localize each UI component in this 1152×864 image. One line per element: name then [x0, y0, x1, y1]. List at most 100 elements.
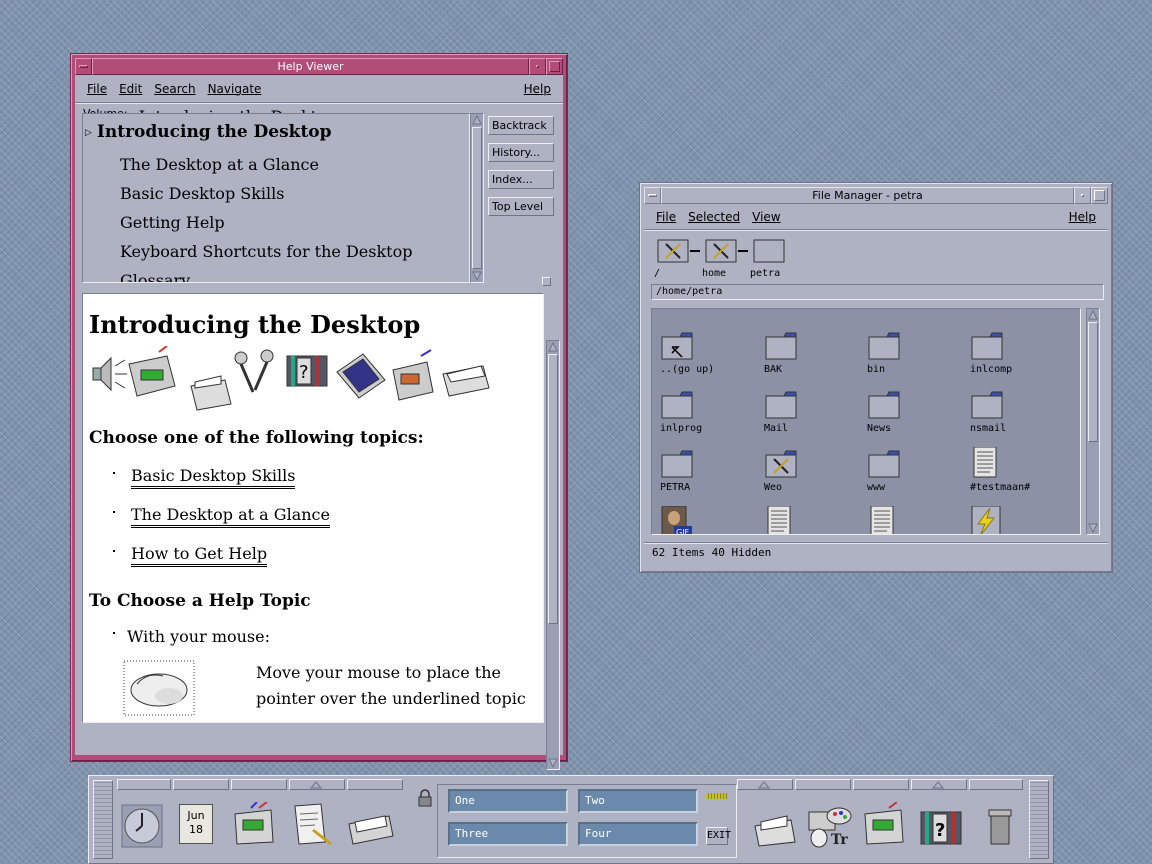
scroll-down-arrow-icon[interactable] — [548, 758, 558, 768]
path-label-root[interactable]: / — [654, 268, 660, 279]
menu-selected[interactable]: Selected — [688, 210, 740, 224]
topic-item[interactable]: The Desktop at a Glance — [83, 150, 469, 179]
file-item[interactable]: www — [867, 447, 957, 493]
topic-item[interactable]: Getting Help — [83, 208, 469, 237]
workspace-button-one[interactable]: One — [448, 789, 568, 813]
scrollbar-thumb[interactable] — [1088, 322, 1098, 442]
subpanel-tab[interactable] — [795, 779, 851, 790]
file-item[interactable]: GIF — [660, 505, 750, 534]
file-item-label: bin — [867, 364, 886, 375]
help-manager-icon[interactable]: ? — [919, 808, 963, 848]
menu-search[interactable]: Search — [154, 82, 195, 96]
file-manager-titlebar[interactable]: File Manager - petra — [644, 187, 1108, 204]
scroll-down-arrow-icon[interactable] — [1088, 523, 1098, 533]
file-item[interactable]: News — [867, 388, 957, 434]
topic-item[interactable]: Glossary — [83, 266, 469, 282]
workspace-button-three[interactable]: Three — [448, 822, 568, 846]
topic-item-current[interactable]: ▷ Introducing the Desktop — [83, 118, 469, 150]
path-label-home[interactable]: home — [702, 268, 726, 279]
link-desktop-at-a-glance[interactable]: The Desktop at a Glance — [131, 505, 330, 528]
index-button[interactable]: Index... — [488, 170, 554, 189]
file-item[interactable] — [764, 505, 854, 534]
minimize-button[interactable] — [529, 58, 546, 75]
file-item[interactable]: BAK — [764, 329, 854, 375]
menu-navigate[interactable]: Navigate — [208, 82, 262, 96]
iconic-path[interactable] — [654, 234, 804, 266]
file-grid-scrollbar[interactable] — [1086, 308, 1100, 535]
scroll-up-arrow-icon[interactable] — [1088, 310, 1098, 320]
pane-sash[interactable] — [542, 277, 551, 286]
top-level-button[interactable]: Top Level — [488, 197, 554, 216]
text-editor-icon[interactable] — [291, 802, 335, 846]
subpanel-tab[interactable] — [117, 779, 171, 790]
maximize-button[interactable] — [546, 58, 563, 75]
menu-edit[interactable]: Edit — [119, 82, 142, 96]
calendar-icon[interactable]: Jun 18 — [179, 804, 213, 844]
topic-hierarchy[interactable]: ▷ Introducing the Desktop The Desktop at … — [82, 113, 470, 283]
display-scrollbar[interactable] — [546, 340, 560, 770]
path-label-petra[interactable]: petra — [750, 268, 780, 279]
subpanel-tab[interactable] — [231, 779, 287, 790]
window-title[interactable]: Help Viewer — [92, 58, 529, 75]
menu-file[interactable]: File — [656, 210, 676, 224]
scroll-down-arrow-icon[interactable] — [472, 271, 482, 281]
file-item[interactable]: inlcomp — [970, 329, 1060, 375]
minimize-button[interactable] — [1074, 187, 1091, 204]
petra-folder-icon[interactable] — [753, 239, 785, 263]
file-manager-icon[interactable] — [233, 802, 277, 846]
subpanel-tab[interactable] — [969, 779, 1023, 790]
link-how-to-get-help[interactable]: How to Get Help — [131, 544, 268, 567]
file-item[interactable]: bin — [867, 329, 957, 375]
menu-view[interactable]: View — [752, 210, 780, 224]
window-title[interactable]: File Manager - petra — [661, 187, 1074, 204]
subpanel-tab[interactable] — [737, 779, 793, 790]
topic-item[interactable]: Basic Desktop Skills — [83, 179, 469, 208]
file-item[interactable]: inlprog — [660, 388, 750, 434]
file-item[interactable]: Weo — [764, 447, 854, 493]
panel-right-handle[interactable] — [1029, 780, 1049, 859]
backtrack-button[interactable]: Backtrack — [488, 116, 554, 135]
menu-help[interactable]: Help — [1069, 210, 1096, 224]
scrollbar-thumb[interactable] — [548, 354, 558, 624]
subpanel-tab[interactable] — [853, 779, 909, 790]
workspace-button-four[interactable]: Four — [578, 822, 698, 846]
panel-left-handle[interactable] — [93, 780, 113, 859]
trash-can-icon[interactable] — [985, 808, 1015, 848]
window-menu-button[interactable] — [75, 58, 92, 75]
maximize-button[interactable] — [1091, 187, 1108, 204]
file-item[interactable] — [970, 505, 1060, 534]
window-menu-button[interactable] — [644, 187, 661, 204]
printer-icon[interactable] — [753, 808, 797, 848]
link-basic-desktop-skills[interactable]: Basic Desktop Skills — [131, 466, 296, 489]
scroll-up-arrow-icon[interactable] — [548, 342, 558, 352]
mail-icon[interactable] — [347, 808, 395, 848]
menu-file[interactable]: File — [87, 82, 107, 96]
file-item[interactable]: PETRA — [660, 447, 750, 493]
topic-scrollbar[interactable] — [470, 113, 484, 283]
subpanel-tab[interactable] — [347, 779, 403, 790]
home-folder-icon[interactable] — [705, 239, 737, 263]
lock-icon[interactable] — [417, 788, 433, 808]
clock-icon[interactable] — [121, 804, 163, 848]
menu-help[interactable]: Help — [524, 82, 551, 96]
scroll-up-arrow-icon[interactable] — [472, 115, 482, 125]
style-manager-icon[interactable]: Tr — [805, 804, 853, 848]
subpanel-tab[interactable] — [173, 779, 229, 790]
file-item[interactable]: #testmaan# — [970, 446, 1060, 493]
subpanel-tab[interactable] — [911, 779, 967, 790]
path-field[interactable]: /home/petra — [651, 284, 1104, 300]
exit-button[interactable]: EXIT — [706, 827, 731, 845]
topic-item[interactable]: Keyboard Shortcuts for the Desktop — [83, 237, 469, 266]
file-item[interactable]: ..(go up) — [660, 329, 750, 375]
history-button[interactable]: History... — [488, 143, 554, 162]
root-folder-icon[interactable] — [657, 239, 689, 263]
scrollbar-thumb[interactable] — [472, 127, 482, 269]
file-item[interactable]: Mail — [764, 388, 854, 434]
file-item[interactable]: nsmail — [970, 388, 1060, 434]
mouse-instructions-line1: Move your mouse to place the — [256, 663, 501, 682]
application-manager-icon[interactable] — [863, 802, 907, 846]
subpanel-tab[interactable] — [289, 779, 345, 790]
help-viewer-titlebar[interactable]: Help Viewer — [75, 58, 563, 75]
file-item[interactable] — [867, 505, 957, 534]
workspace-button-two[interactable]: Two — [578, 789, 698, 813]
